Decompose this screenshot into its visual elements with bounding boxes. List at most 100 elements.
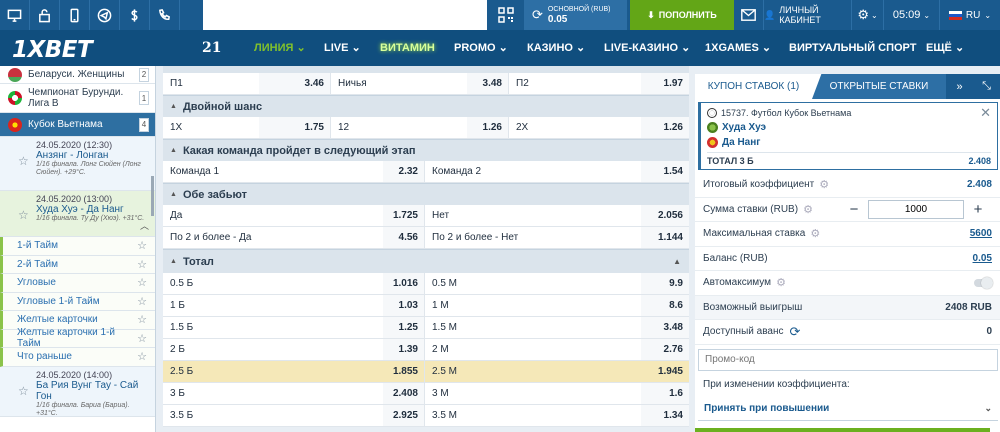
sidebar-scrollbar[interactable]: [151, 176, 154, 216]
balance-link[interactable]: 0.05: [973, 253, 992, 264]
odds-change-select[interactable]: Принять при повышении ⌄: [698, 397, 998, 421]
favorite-star-icon[interactable]: ☆: [18, 154, 29, 168]
deposit-button[interactable]: ⬇ ПОПОЛНИТЬ: [630, 0, 734, 30]
place-bet-button[interactable]: [695, 428, 990, 432]
odd-button[interactable]: 4.56: [383, 227, 425, 248]
promo-code-field[interactable]: [698, 348, 998, 371]
increase-stake-button[interactable]: +: [964, 201, 992, 218]
decrease-stake-button[interactable]: −: [840, 201, 868, 218]
odd-button[interactable]: 1.945: [641, 361, 689, 382]
odd-button[interactable]: 3.48: [641, 317, 689, 338]
nav-virtual-sport[interactable]: ВИРТУАЛЬНЫЙ СПОРТ: [789, 30, 916, 66]
gear-icon[interactable]: ⚙: [803, 203, 813, 216]
language-selector[interactable]: RU ⌄: [940, 0, 1000, 30]
logo[interactable]: 1XBET: [12, 37, 93, 63]
sidebar-league-belarus[interactable]: Беларуси. Женщины 2: [0, 66, 155, 84]
odd-button[interactable]: 1.97: [641, 73, 689, 94]
nav-line[interactable]: ЛИНИЯ ⌄: [254, 30, 306, 66]
sidebar-market-item[interactable]: Угловые ☆: [0, 274, 155, 293]
odd-button[interactable]: 2.925: [383, 405, 425, 426]
market-group-header[interactable]: ▲ Обе забьют: [163, 183, 689, 205]
odd-button[interactable]: 9.9: [641, 273, 689, 294]
market-row: 1 Б 1.03 1 М 8.6: [163, 295, 689, 317]
nav-vitamin[interactable]: ВИТАМИН: [380, 30, 435, 66]
sidebar-market-item[interactable]: Угловые 1-й Тайм ☆: [0, 292, 155, 311]
sidebar-match-1[interactable]: ☆ 24.05.2020 (12:30) Анзянг - Лонган 1/1…: [0, 137, 155, 191]
settings-gear-icon[interactable]: ⚙ ⌄: [852, 0, 884, 30]
odd-button[interactable]: 2.056: [641, 205, 689, 226]
telegram-icon[interactable]: [90, 0, 120, 30]
collapse-triangle-icon: ▲: [170, 258, 177, 265]
nav-casino[interactable]: КАЗИНО ⌄: [527, 30, 585, 66]
total-rows: 0.5 Б 1.016 0.5 М 9.9 1 Б 1.03 1 М 8.6 1.5 Б 1.25…: [163, 273, 689, 427]
market-group-header[interactable]: ▲ Двойной шанс: [163, 95, 689, 117]
clock-time[interactable]: 05:09 ⌄: [884, 0, 940, 30]
gear-icon[interactable]: ⚙: [819, 178, 829, 191]
russia-flag-icon: [948, 10, 962, 20]
sidebar-market-item[interactable]: 2-й Тайм ☆: [0, 255, 155, 274]
odd-button[interactable]: 3.46: [259, 73, 331, 94]
odd-button[interactable]: 1.03: [383, 295, 425, 316]
close-icon[interactable]: ✕: [980, 105, 991, 121]
mail-icon[interactable]: [734, 0, 764, 30]
odd-button[interactable]: 1.54: [641, 161, 689, 182]
odd-button[interactable]: 1.016: [383, 273, 425, 294]
nav-live[interactable]: LIVE ⌄: [324, 30, 361, 66]
mobile-icon[interactable]: [60, 0, 90, 30]
odd-button[interactable]: 1.75: [259, 117, 331, 138]
tab-open-bets[interactable]: ОТКРЫТЫЕ СТАВКИ: [812, 74, 946, 99]
balance-widget[interactable]: ⟳ ОСНОВНОЙ (RUB) 0.05: [524, 0, 627, 30]
favorite-star-icon[interactable]: ☆: [18, 384, 29, 398]
phone-icon[interactable]: [150, 0, 180, 30]
gear-icon[interactable]: ⚙: [776, 276, 786, 289]
sidebar-match-3[interactable]: ☆ 24.05.2020 (14:00) Ба Рия Вунг Тау - С…: [0, 366, 155, 417]
odd-button[interactable]: 8.6: [641, 295, 689, 316]
automax-toggle[interactable]: [974, 276, 993, 289]
promo-code-input[interactable]: [705, 354, 997, 365]
dollar-icon[interactable]: [120, 0, 150, 30]
odd-button[interactable]: 1.6: [641, 383, 689, 404]
stake-input[interactable]: [868, 199, 964, 219]
collapse-arrows-icon[interactable]: ⤡: [973, 74, 1000, 99]
sidebar-market-item[interactable]: 1-й Тайм ☆: [0, 237, 155, 256]
market-group-header[interactable]: ▲ Какая команда пройдет в следующий этап: [163, 139, 689, 161]
personal-cabinet-button[interactable]: 👤 ЛИЧНЫЙ КАБИНЕТ: [764, 0, 852, 30]
tab-coupon[interactable]: КУПОН СТАВОК (1): [695, 74, 812, 99]
odd-button[interactable]: 1.855: [383, 361, 425, 382]
odd-button[interactable]: 2.76: [641, 339, 689, 360]
favorite-star-icon[interactable]: ☆: [18, 208, 29, 222]
nav-promo[interactable]: PROMO ⌄: [454, 30, 508, 66]
double-chevron-right-icon[interactable]: »: [946, 74, 973, 99]
qr-code-icon[interactable]: [490, 0, 522, 30]
refresh-icon[interactable]: ⟳: [789, 324, 800, 340]
desktop-icon[interactable]: [0, 0, 30, 30]
odd-button[interactable]: 1.26: [641, 117, 689, 138]
sidebar-market-item[interactable]: Что раньше ☆: [0, 348, 155, 367]
nav-21[interactable]: 21: [202, 30, 221, 66]
odd-button[interactable]: 1.34: [641, 405, 689, 426]
odd-button[interactable]: 3.48: [467, 73, 509, 94]
nav-1xgames[interactable]: 1XGAMES ⌄: [705, 30, 771, 66]
nav-more[interactable]: ЕЩЁ ⌄: [926, 30, 964, 66]
outcome-label: 3.5 Б: [170, 410, 194, 421]
odd-button[interactable]: 1.144: [641, 227, 689, 248]
max-stake-link[interactable]: 5600: [970, 228, 992, 239]
sidebar-market-item[interactable]: Желтые карточки 1-й Тайм ☆: [0, 327, 155, 349]
sidebar-league-vietnam[interactable]: Кубок Вьетнама 4: [0, 113, 155, 137]
odd-button[interactable]: 1.25: [383, 317, 425, 338]
unlock-icon[interactable]: [30, 0, 60, 30]
sidebar-league-burundi[interactable]: Чемпионат Бурунди. Лига B 1: [0, 84, 155, 113]
refresh-icon[interactable]: ⟳: [532, 7, 543, 23]
market-group-header[interactable]: ▲ Тотал ▲: [163, 249, 689, 273]
nav-live-casino[interactable]: LIVE-КАЗИНО ⌄: [604, 30, 690, 66]
gear-icon[interactable]: ⚙: [810, 227, 820, 240]
odd-button[interactable]: 2.408: [383, 383, 425, 404]
sidebar-match-2[interactable]: ☆ 24.05.2020 (13:00) Худа Хуэ - Да Нанг …: [0, 191, 155, 237]
odd-button[interactable]: 1.725: [383, 205, 425, 226]
market-row: 1.5 Б 1.25 1.5 М 3.48: [163, 317, 689, 339]
collapse-chevron-icon[interactable]: ︿: [140, 219, 149, 232]
odd-button[interactable]: 1.26: [467, 117, 509, 138]
odd-button[interactable]: 2.32: [383, 161, 425, 182]
odd-button[interactable]: 1.39: [383, 339, 425, 360]
user-icon: 👤: [764, 9, 776, 20]
